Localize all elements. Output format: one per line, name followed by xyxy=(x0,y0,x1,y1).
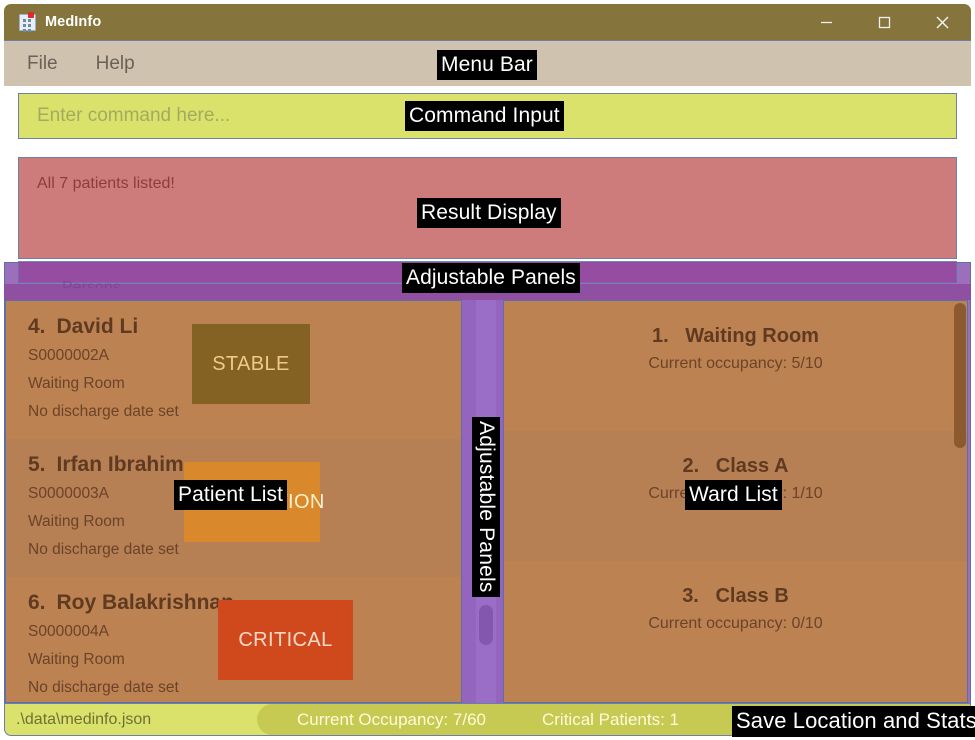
close-icon[interactable] xyxy=(913,4,971,40)
splitter-thumb[interactable] xyxy=(479,605,493,645)
minimize-icon[interactable] xyxy=(797,4,855,40)
status-badge: STABLE xyxy=(192,324,310,404)
annotation-command-input: Command Input xyxy=(405,101,564,131)
ward-list-scrollbar-thumb[interactable] xyxy=(954,303,966,448)
title-bar: MedInfo xyxy=(4,4,971,40)
patient-discharge: No discharge date set xyxy=(28,679,179,696)
command-input-placeholder: Enter command here... xyxy=(37,105,231,126)
window-controls xyxy=(797,4,971,40)
result-text: All 7 patients listed! xyxy=(37,175,175,192)
annotation-patient-list: Patient List xyxy=(174,480,288,510)
maximize-icon[interactable] xyxy=(855,4,913,40)
annotation-save-location: Save Location and Stats xyxy=(732,706,975,737)
patient-index: 6. xyxy=(28,591,46,614)
ward-card[interactable]: 1. Waiting Room Current occupancy: 5/10 xyxy=(504,301,967,431)
patient-index: 5. xyxy=(28,453,46,476)
ward-card[interactable]: 3. Class B Current occupancy: 0/10 xyxy=(504,561,967,691)
hospital-icon xyxy=(19,11,36,31)
critical-patients-stat: Critical Patients: 1 xyxy=(541,709,679,729)
clipped-text-fragment: Persons xyxy=(62,279,121,288)
annotation-ward-list: Ward List xyxy=(685,480,782,510)
status-badge: CRITICAL xyxy=(218,600,353,680)
patient-discharge: No discharge date set xyxy=(28,541,179,558)
ward-name: Class B xyxy=(715,585,789,607)
patient-name: Roy Balakrishnan xyxy=(56,591,234,614)
annotation-adjustable-panels-vertical: Adjustable Panels xyxy=(472,417,500,597)
window-title: MedInfo xyxy=(45,14,102,30)
annotation-menu-bar: Menu Bar xyxy=(437,50,537,80)
current-occupancy-stat: Current Occupancy: 7/60 xyxy=(297,709,486,729)
ward-name: Class A xyxy=(715,455,789,477)
main-split-area: 4. David Li S0000002A Waiting Room No di… xyxy=(4,300,971,703)
patient-discharge: No discharge date set xyxy=(28,403,179,420)
menu-item-help[interactable]: Help xyxy=(84,50,147,78)
ward-header: 2. Class A xyxy=(504,455,967,478)
ward-occupancy: Current occupancy: 5/10 xyxy=(648,355,823,372)
save-location-path: .\data\medinfo.json xyxy=(16,710,152,728)
annotation-adjustable-panels: Adjustable Panels xyxy=(402,263,580,293)
patient-card[interactable]: 4. David Li S0000002A Waiting Room No di… xyxy=(6,301,462,439)
ward-occupancy: Current occupancy: 0/10 xyxy=(648,615,823,632)
ward-index: 1. xyxy=(652,325,669,347)
ward-index: 2. xyxy=(682,455,700,477)
ward-index: 3. xyxy=(682,585,699,607)
patient-card[interactable]: 6. Roy Balakrishnan S0000004A Waiting Ro… xyxy=(6,577,462,702)
ward-name: Waiting Room xyxy=(685,325,819,347)
ward-header: 3. Class B xyxy=(504,585,967,608)
patient-name: David Li xyxy=(56,315,139,338)
patient-name: Irfan Ibrahim xyxy=(56,453,184,476)
patient-index: 4. xyxy=(28,315,46,338)
menu-item-file[interactable]: File xyxy=(15,50,70,78)
application-window: MedInfo File Help Enter command here... … xyxy=(0,0,975,740)
annotation-result-display: Result Display xyxy=(417,198,561,228)
ward-header: 1. Waiting Room xyxy=(504,325,967,348)
ward-list-scrollbar[interactable] xyxy=(953,301,967,702)
